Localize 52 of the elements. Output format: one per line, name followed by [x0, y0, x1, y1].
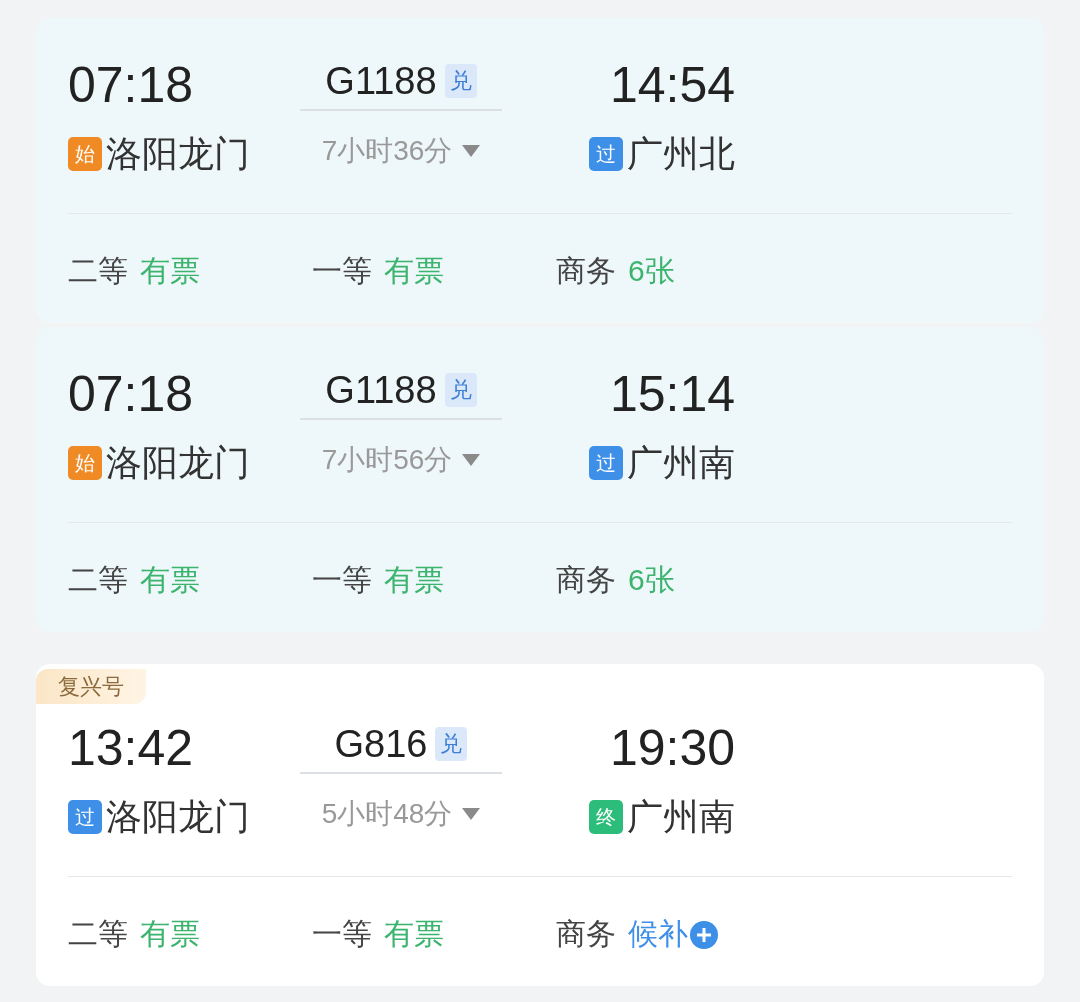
- seat-class: 二等: [68, 562, 128, 598]
- ticket-status: 6张: [628, 253, 675, 289]
- seat-class: 商务: [556, 916, 616, 952]
- station-name: 洛阳龙门: [106, 441, 250, 485]
- plus-icon[interactable]: [690, 920, 718, 949]
- exchange-badge: 兑: [444, 64, 477, 98]
- arrival-time: 19:30: [609, 720, 735, 776]
- train-card[interactable]: 复兴号 13:42 G816 兑 19:30 过 洛阳龙门 5小时48分 终 广州南 二等 有票 一等 有票 商务 候补: [36, 664, 1044, 986]
- ticket-status: 有票: [384, 562, 444, 598]
- station-name: 洛阳龙门: [106, 132, 250, 176]
- seat-class: 二等: [68, 916, 128, 952]
- ticket-status: 有票: [384, 253, 444, 289]
- caret-icon[interactable]: [462, 808, 481, 820]
- station-name: 广州南: [627, 795, 735, 839]
- train-number: G1188: [325, 368, 437, 412]
- train-number: G816: [334, 722, 428, 766]
- ticket-status: 有票: [140, 253, 200, 289]
- exchange-badge: 兑: [444, 373, 477, 407]
- station-tag: 过: [68, 800, 102, 834]
- station-name: 洛阳龙门: [106, 795, 250, 839]
- departure-time: 07:18: [68, 57, 195, 113]
- seat-class: 一等: [312, 916, 372, 952]
- arrival-time: 15:14: [609, 366, 735, 422]
- seat-class: 商务: [556, 562, 616, 598]
- ticket-status: 有票: [140, 916, 200, 952]
- duration: 5小时48分: [321, 797, 453, 831]
- station-name: 广州南: [627, 441, 735, 485]
- caret-icon[interactable]: [462, 145, 481, 157]
- ticket-status: 6张: [628, 562, 675, 598]
- station-tag: 过: [589, 137, 623, 171]
- seat-class: 商务: [556, 253, 616, 289]
- ticket-status: 有票: [384, 916, 444, 952]
- train-card[interactable]: 07:18 G1188 兑 14:54 始 洛阳龙门 7小时36分 过 广州北 二等 有票 一等 有票 商务 6张: [36, 18, 1044, 323]
- departure-time: 13:42: [68, 720, 195, 776]
- station-tag: 始: [68, 446, 102, 480]
- caret-icon[interactable]: [462, 454, 481, 466]
- station-tag: 终: [589, 800, 623, 834]
- arrival-time: 14:54: [609, 57, 735, 113]
- seat-class: 一等: [312, 253, 372, 289]
- train-type-label: 复兴号: [36, 669, 146, 704]
- train-number: G1188: [325, 59, 437, 103]
- seat-class: 二等: [68, 253, 128, 289]
- departure-time: 07:18: [68, 366, 195, 422]
- station-name: 广州北: [627, 132, 735, 176]
- train-card[interactable]: 07:18 G1188 兑 15:14 始 洛阳龙门 7小时56分 过 广州南 二等 有票 一等 有票 商务 6张: [36, 327, 1044, 632]
- station-tag: 始: [68, 137, 102, 171]
- seat-class: 一等: [312, 562, 372, 598]
- duration: 7小时36分: [321, 134, 453, 168]
- ticket-status: 有票: [140, 562, 200, 598]
- station-tag: 过: [589, 446, 623, 480]
- duration: 7小时56分: [321, 443, 453, 477]
- exchange-badge: 兑: [435, 727, 468, 761]
